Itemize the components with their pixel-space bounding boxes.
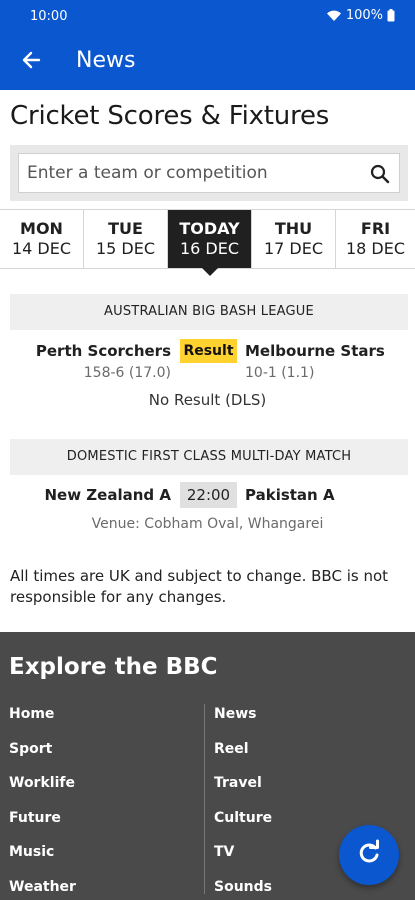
date-date: 14 DEC xyxy=(11,239,72,258)
footer-link-music[interactable]: Music xyxy=(9,842,159,877)
search-icon[interactable] xyxy=(369,163,391,185)
date-date: 15 DEC xyxy=(95,239,156,258)
date-tab-tue[interactable]: TUE 15 DEC xyxy=(84,210,168,268)
away-team: Melbourne Stars xyxy=(245,342,385,360)
app-title: News xyxy=(76,48,136,73)
page-title: Cricket Scores & Fixtures xyxy=(10,101,330,131)
date-day: THU xyxy=(274,219,313,238)
battery-icon xyxy=(387,9,395,22)
date-tab-mon[interactable]: MON 14 DEC xyxy=(0,210,84,268)
footer-link-news[interactable]: News xyxy=(214,704,272,739)
date-day: MON xyxy=(20,219,63,238)
refresh-button[interactable] xyxy=(339,825,399,885)
home-score: 158-6 (17.0) xyxy=(83,365,171,381)
status-bar: 10:00 100% xyxy=(0,0,415,33)
match-summary: No Result (DLS) xyxy=(148,391,267,409)
home-team: New Zealand A xyxy=(44,486,172,504)
footer-link-weather[interactable]: Weather xyxy=(9,877,159,900)
disclaimer-text: All times are UK and subject to change. … xyxy=(10,567,389,606)
footer-link-travel[interactable]: Travel xyxy=(214,773,272,808)
date-tab-thu[interactable]: THU 17 DEC xyxy=(252,210,336,268)
competition-header: DOMESTIC FIRST CLASS MULTI-DAY MATCH xyxy=(10,439,408,475)
date-day: TUE xyxy=(108,219,143,238)
match-row[interactable]: Perth Scorchers Result Melbourne Stars xyxy=(0,338,415,364)
search-container xyxy=(10,145,408,201)
footer-link-future[interactable]: Future xyxy=(9,808,159,843)
back-button[interactable] xyxy=(16,47,46,77)
home-team: Perth Scorchers xyxy=(35,342,171,360)
footer-link-culture[interactable]: Culture xyxy=(214,808,272,843)
away-team: Pakistan A xyxy=(245,486,335,504)
result-badge: Result xyxy=(180,339,237,363)
status-time: 10:00 xyxy=(30,9,68,24)
match-time-badge: 22:00 xyxy=(180,482,237,508)
footer-link-sport[interactable]: Sport xyxy=(9,739,159,774)
search-box xyxy=(18,153,400,193)
footer-link-worklife[interactable]: Worklife xyxy=(9,773,159,808)
competition-header: AUSTRALIAN BIG BASH LEAGUE xyxy=(10,294,408,330)
footer-link-reel[interactable]: Reel xyxy=(214,739,272,774)
footer-links-right: News Reel Travel Culture TV Sounds xyxy=(204,704,272,895)
footer-links-left: Home Sport Worklife Future Music Weather xyxy=(9,704,159,900)
footer-link-home[interactable]: Home xyxy=(9,704,159,739)
refresh-icon xyxy=(355,839,383,871)
status-indicators: 100% xyxy=(326,8,395,23)
date-date: 18 DEC xyxy=(345,239,406,258)
app-bar: News xyxy=(0,33,415,90)
match-row[interactable]: New Zealand A 22:00 Pakistan A xyxy=(0,482,415,508)
arrow-left-icon xyxy=(21,50,41,74)
search-input[interactable] xyxy=(27,154,357,192)
active-indicator xyxy=(202,268,218,276)
wifi-icon xyxy=(326,9,342,22)
footer-link-sounds[interactable]: Sounds xyxy=(214,877,272,900)
date-selector: MON 14 DEC TUE 15 DEC TODAY 16 DEC THU 1… xyxy=(0,209,415,276)
battery-percent: 100% xyxy=(345,8,383,23)
date-date: 16 DEC xyxy=(179,239,240,258)
date-day: TODAY xyxy=(179,219,240,238)
footer-link-tv[interactable]: TV xyxy=(214,842,272,877)
date-tab-today[interactable]: TODAY 16 DEC xyxy=(168,210,252,276)
footer-title: Explore the BBC xyxy=(9,654,218,680)
date-date: 17 DEC xyxy=(263,239,324,258)
match-venue: Venue: Cobham Oval, Whangarei xyxy=(91,516,324,532)
away-score: 10-1 (1.1) xyxy=(245,365,315,381)
date-tab-fri[interactable]: FRI 18 DEC xyxy=(336,210,415,268)
date-day: FRI xyxy=(360,219,391,238)
